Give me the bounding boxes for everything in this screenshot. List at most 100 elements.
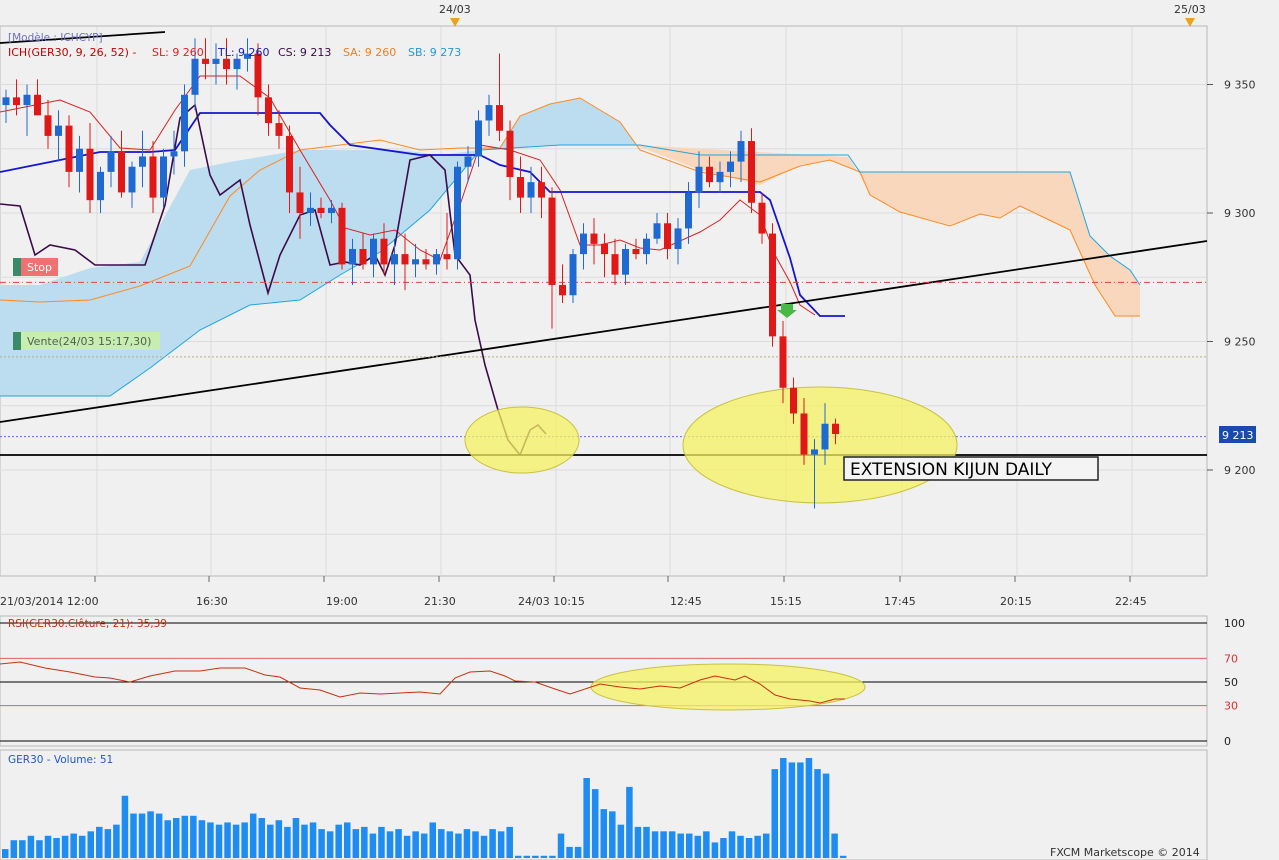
volume-bar [403,835,411,858]
legend-ich: ICH(GER30, 9, 26, 52) - [8,46,136,59]
volume-bar [540,855,548,858]
volume-bar [292,818,300,858]
candle-body [601,243,608,255]
rsi-level-label: 100 [1224,617,1245,630]
volume-bar [10,840,18,858]
candle-body [107,151,115,172]
sale-marker-handle[interactable] [13,332,21,350]
candle-body [832,423,839,435]
volume-bar [677,833,684,858]
candle-body [23,94,31,106]
candle-body [737,141,745,162]
volume-bar [284,826,291,858]
current-price-value: 9 213 [1222,429,1254,442]
volume-bar [87,831,94,858]
candle-body [580,233,587,255]
candle-body [769,233,776,337]
legend-sb: SB: 9 273 [408,46,461,59]
volume-bar [711,842,719,858]
volume-bar [429,822,436,858]
volume-bar [489,829,496,858]
time-tick-label: 15:15 [770,595,802,608]
volume-bar [27,835,35,858]
volume-bar [420,833,428,858]
volume-bar [344,822,351,858]
volume-bar [446,831,454,858]
candle-body [296,192,304,213]
volume-bar [173,818,180,858]
legend-cs: CS: 9 213 [278,46,331,59]
price-axis: 9 200 9 250 9 300 9 350 [1207,79,1256,477]
volume-bar [215,824,223,858]
highlight-ellipse-chikou [464,406,580,474]
candle-body [359,248,367,265]
candle-body [527,182,535,198]
volume-bar [36,840,43,858]
candle-body [202,58,209,64]
rsi-level-label: 50 [1224,676,1238,689]
volume-bar [463,829,471,858]
volume-bar [660,831,667,858]
stop-marker-handle[interactable] [13,258,21,276]
rsi-level-label: 0 [1224,735,1231,748]
volume-bar [480,835,488,858]
candle-body [160,156,167,198]
candle-body [464,156,472,167]
volume-bar [44,835,52,858]
volume-bar [275,820,283,858]
time-tick-label: 19:00 [326,595,358,608]
volume-bar [720,838,727,858]
volume-bar [549,855,556,858]
candle-body [65,125,73,172]
volume-bar [301,824,308,858]
candle-body [401,254,409,265]
candle-body [233,58,241,70]
candle-body [275,123,283,136]
candle-body [716,171,724,183]
candle-body [674,228,682,249]
volume-bar [668,831,676,858]
volume-bar [224,822,231,858]
trading-chart[interactable]: 24/03 25/03 Stop Vente(24/03 15:17,30) EX… [0,0,1279,860]
candle-body [727,161,734,172]
candle-body [506,130,514,178]
volume-bar [438,829,445,858]
candle-body [538,182,545,198]
volume-bar [831,833,838,858]
volume-bar [412,831,419,858]
annotation-text: EXTENSION KIJUN DAILY [850,460,1053,480]
volume-bar [651,831,659,858]
candle-body [97,171,104,201]
candle-body [485,105,493,121]
volume-bar [822,773,830,858]
candle-body [412,259,419,265]
volume-bar [378,826,385,858]
volume-bar [626,786,633,858]
top-date-label: 25/03 [1174,3,1206,16]
volume-bar [53,838,60,858]
volume-bar [583,778,590,858]
candle-body [433,254,440,265]
volume-bar [686,833,693,858]
time-tick-label: 24/03 10:15 [518,595,585,608]
candle-body [170,151,178,157]
time-tick-label: 20:15 [1000,595,1032,608]
candle-body [55,125,62,136]
candle-body [811,449,818,455]
volume-bar [361,826,368,858]
volume-bar [617,824,625,858]
highlight-ellipse-rsi [590,663,866,711]
candle-body [695,166,703,193]
candle-body [118,151,125,193]
volume-bar [386,831,394,858]
volume-bar [600,809,607,858]
time-tick-label: 17:45 [884,595,916,608]
volume-bar [164,820,171,858]
volume-bar [762,833,770,858]
candle-body [790,387,797,414]
volume-label: GER30 - Volume: 51 [8,754,113,766]
candle-body [286,135,293,193]
rsi-level-label: 70 [1224,652,1238,665]
candle-body [422,259,430,265]
candle-body [622,248,629,275]
